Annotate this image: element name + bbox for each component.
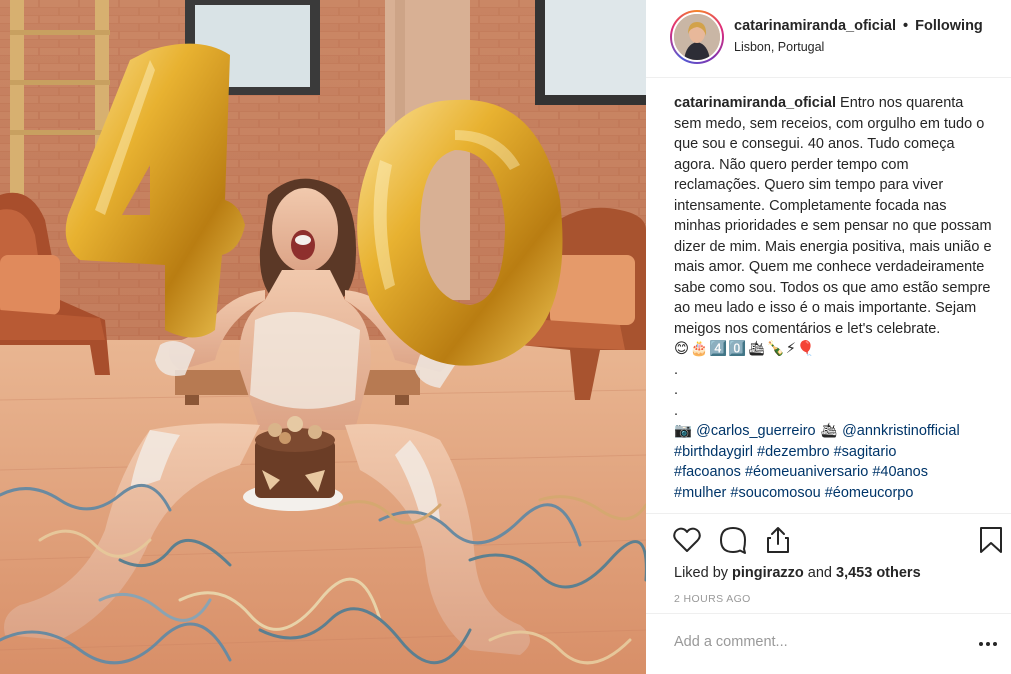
like-button[interactable] <box>672 525 702 555</box>
bookmark-icon <box>980 527 1002 553</box>
likes-summary: Liked by pingirazzo and 3,453 others <box>674 565 921 581</box>
liker-username-link[interactable]: pingirazzo <box>732 565 804 581</box>
hashtag-link[interactable]: #sagitario <box>834 444 897 460</box>
caption-text: Entro nos quarenta sem medo, sem receios… <box>674 95 992 337</box>
caption-dot-2: . <box>674 382 679 398</box>
share-icon <box>767 527 789 553</box>
header-user-row: catarinamiranda_oficial • Following <box>734 18 983 34</box>
mention-annkristinofficial[interactable]: @annkristinofficial <box>842 423 960 439</box>
hashtag-link[interactable]: #birthdaygirl <box>674 444 753 460</box>
avatar-image <box>672 12 722 62</box>
hashtag-link[interactable]: #facoanos <box>674 464 741 480</box>
post-side-panel: catarinamiranda_oficial • Following Lisb… <box>646 0 1011 674</box>
following-button[interactable]: Following <box>915 18 983 34</box>
comment-icon <box>720 527 746 554</box>
header-username-link[interactable]: catarinamiranda_oficial <box>734 18 896 34</box>
post-timestamp[interactable]: 2 HOURS AGO <box>674 593 751 605</box>
hashtag-link[interactable]: #mulher <box>674 485 726 501</box>
comment-bar <box>646 613 1011 674</box>
more-dots-icon <box>979 642 997 646</box>
header-separator: • <box>903 18 909 34</box>
save-button[interactable] <box>976 525 1006 555</box>
heart-icon <box>673 527 701 552</box>
post-photo[interactable] <box>0 0 646 674</box>
location-link[interactable]: Lisbon, Portugal <box>734 40 824 54</box>
post-image <box>0 0 646 674</box>
avatar[interactable] <box>670 10 724 64</box>
ship-emoji: 🛳 <box>819 423 839 439</box>
caption-username-link[interactable]: catarinamiranda_oficial <box>674 95 836 111</box>
hashtag-link[interactable]: #40anos <box>872 464 928 480</box>
post-header: catarinamiranda_oficial • Following Lisb… <box>646 0 1011 78</box>
share-button[interactable] <box>763 525 793 555</box>
caption-dot-3: . <box>674 402 679 419</box>
post-caption: catarinamiranda_oficial Entro nos quaren… <box>674 93 994 513</box>
caption-emoji-line: 😊🎂4️⃣0️⃣🛳🍾⚡🎈 <box>674 341 816 357</box>
mention-carlos-guerreiro[interactable]: @carlos_guerreiro <box>696 423 816 439</box>
hashtag-link[interactable]: #éomeuaniversario <box>745 464 868 480</box>
likes-others-link[interactable]: 3,453 others <box>836 565 921 581</box>
caption-dot-1: . <box>674 361 679 378</box>
comment-input[interactable] <box>674 634 944 650</box>
likes-prefix: Liked by <box>674 565 729 581</box>
more-options-button[interactable] <box>976 637 1000 651</box>
likes-middle: and <box>807 565 832 581</box>
hashtag-link[interactable]: #éomeucorpo <box>825 485 914 501</box>
hashtag-link[interactable]: #soucomosou <box>730 485 820 501</box>
camera-emoji: 📷 <box>674 423 693 439</box>
comment-button[interactable] <box>718 525 748 555</box>
hashtag-link[interactable]: #dezembro <box>757 444 830 460</box>
